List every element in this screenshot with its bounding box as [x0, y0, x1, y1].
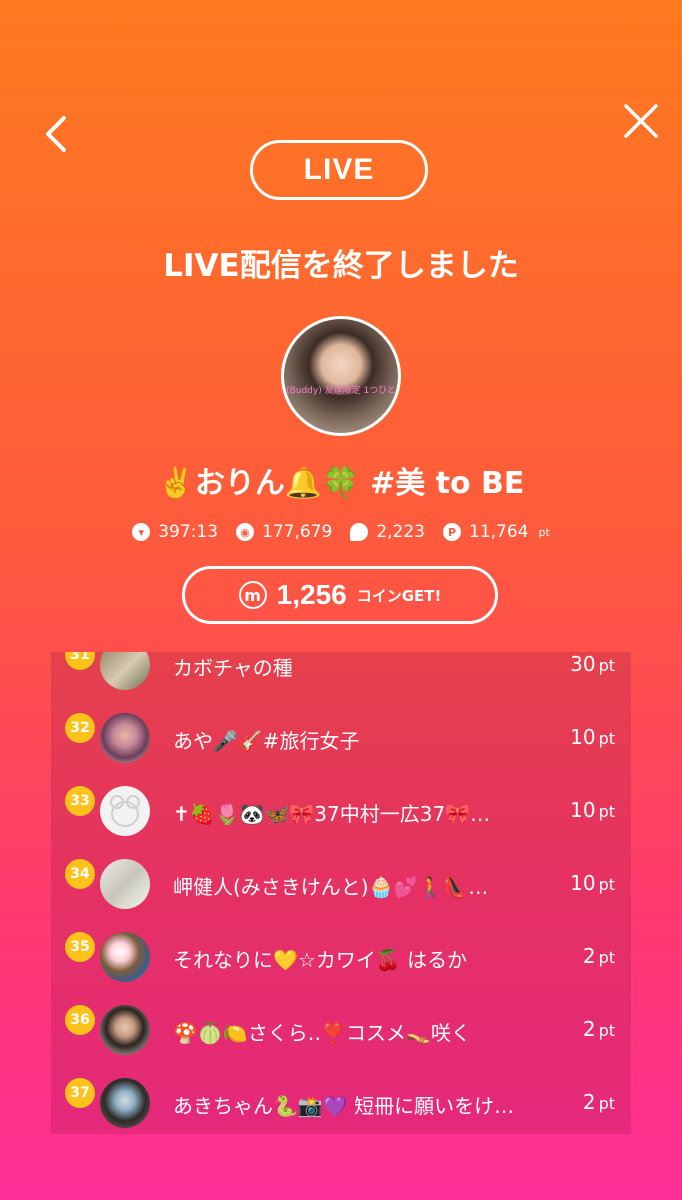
user-points: 10 pt: [570, 725, 615, 749]
points-unit: pt: [598, 802, 615, 821]
avatar[interactable]: [100, 859, 150, 909]
avatar[interactable]: [100, 786, 150, 836]
rank-badge: 37: [65, 1078, 95, 1108]
rank-badge: 34: [65, 859, 95, 889]
user-name: ✝🍓🌷🐼🦋🎀37中村一広37🎀…: [173, 802, 491, 826]
comment-bubble-icon: [350, 523, 369, 541]
stat-comments-value: 2,223: [376, 522, 425, 542]
user-points: 10 pt: [570, 798, 615, 822]
streamer-avatar[interactable]: (Buddy) 友達限定 1つひと: [281, 316, 401, 436]
user-points: 10 pt: [570, 871, 615, 895]
points-unit: pt: [598, 948, 615, 967]
coin-suffix: コインGET!: [356, 586, 442, 605]
rank-badge: 35: [65, 932, 95, 962]
points-value: 10: [570, 798, 596, 822]
back-button[interactable]: [38, 110, 78, 158]
list-item[interactable]: 37 あきちゃん🐍📸💜 短冊に願いをけ… 2 pt: [51, 1078, 631, 1134]
user-points: 2 pt: [583, 944, 615, 968]
user-name: カボチャの種: [173, 656, 293, 680]
default-avatar-icon: [110, 795, 140, 827]
live-badge-label: LIVE: [303, 153, 375, 186]
stat-points-unit: pt: [538, 525, 550, 539]
points-unit: pt: [598, 729, 615, 748]
coin-value: 1,256: [276, 579, 347, 610]
user-name: それなりに💛☆カワイ🍒 はるか: [173, 948, 468, 972]
ranking-list[interactable]: 31 カボチャの種 30 pt 32 あや🎤🎸#旅行女子 10 pt 33 ✝🍓🌷🐼…: [51, 652, 631, 1134]
rank-badge: 36: [65, 1005, 95, 1035]
avatar-caption: (Buddy) 友達限定 1つひと: [286, 386, 396, 396]
m-coin-icon: m: [238, 581, 267, 609]
heart-down-icon: ▾: [132, 523, 151, 541]
list-item[interactable]: 32 あや🎤🎸#旅行女子 10 pt: [51, 713, 631, 786]
chevron-left-icon: [46, 116, 66, 152]
points-value: 2: [582, 944, 596, 968]
live-badge: LIVE: [250, 140, 428, 200]
stats-bar: ▾ 397:13 ◉ 177,679 2,223 P 11,764 pt: [0, 522, 682, 542]
p-coin-icon: P: [443, 523, 461, 541]
close-icon: [624, 104, 658, 138]
avatar[interactable]: [100, 713, 150, 763]
stat-duration: ▾ 397:13: [132, 522, 218, 542]
avatar[interactable]: [100, 1078, 150, 1128]
list-item[interactable]: 33 ✝🍓🌷🐼🦋🎀37中村一広37🎀… 10 pt: [51, 786, 631, 859]
points-unit: pt: [598, 1021, 615, 1040]
stat-points-value: 11,764: [469, 522, 529, 542]
points-value: 2: [582, 1017, 596, 1041]
points-unit: pt: [598, 1094, 615, 1113]
close-button[interactable]: [620, 100, 662, 142]
stat-viewers: ◉ 177,679: [236, 522, 332, 542]
points-value: 10: [570, 725, 596, 749]
page-title: LIVE配信を終了しました: [163, 248, 519, 284]
user-points: 2 pt: [583, 1090, 615, 1114]
stat-duration-value: 397:13: [158, 522, 219, 542]
user-name: あきちゃん🐍📸💜 短冊に願いをけ…: [173, 1094, 515, 1118]
points-value: 30: [570, 652, 596, 676]
list-item[interactable]: 31 カボチャの種 30 pt: [51, 652, 631, 713]
avatar[interactable]: [100, 932, 150, 982]
user-name: 岬健人(みさきけんと)🧁💕🚶👠…: [173, 875, 489, 899]
points-unit: pt: [598, 656, 615, 675]
avatar[interactable]: [100, 652, 150, 690]
coin-get-button[interactable]: m 1,256 コインGET!: [182, 566, 498, 624]
stat-viewers-value: 177,679: [262, 522, 333, 542]
user-name: あや🎤🎸#旅行女子: [173, 729, 360, 753]
points-value: 2: [582, 1090, 596, 1114]
eye-icon: ◉: [236, 523, 255, 541]
points-unit: pt: [598, 875, 615, 894]
list-item[interactable]: 36 🍄🍈🍋さくら‥❣️コスメ👡咲く 2 pt: [51, 1005, 631, 1078]
avatar[interactable]: [100, 1005, 150, 1055]
stat-comments: 2,223: [350, 522, 425, 542]
points-value: 10: [570, 871, 596, 895]
rank-badge: 31: [65, 652, 95, 670]
user-name: 🍄🍈🍋さくら‥❣️コスメ👡咲く: [173, 1021, 471, 1045]
rank-badge: 32: [65, 713, 95, 743]
list-item[interactable]: 35 それなりに💛☆カワイ🍒 はるか 2 pt: [51, 932, 631, 1005]
user-points: 2 pt: [583, 1017, 615, 1041]
stream-name: ✌️おりん🔔🍀 #美 to BE: [157, 466, 525, 501]
user-points: 30 pt: [570, 652, 615, 676]
stat-points: P 11,764 pt: [443, 522, 550, 542]
list-item[interactable]: 34 岬健人(みさきけんと)🧁💕🚶👠… 10 pt: [51, 859, 631, 932]
rank-badge: 33: [65, 786, 95, 816]
